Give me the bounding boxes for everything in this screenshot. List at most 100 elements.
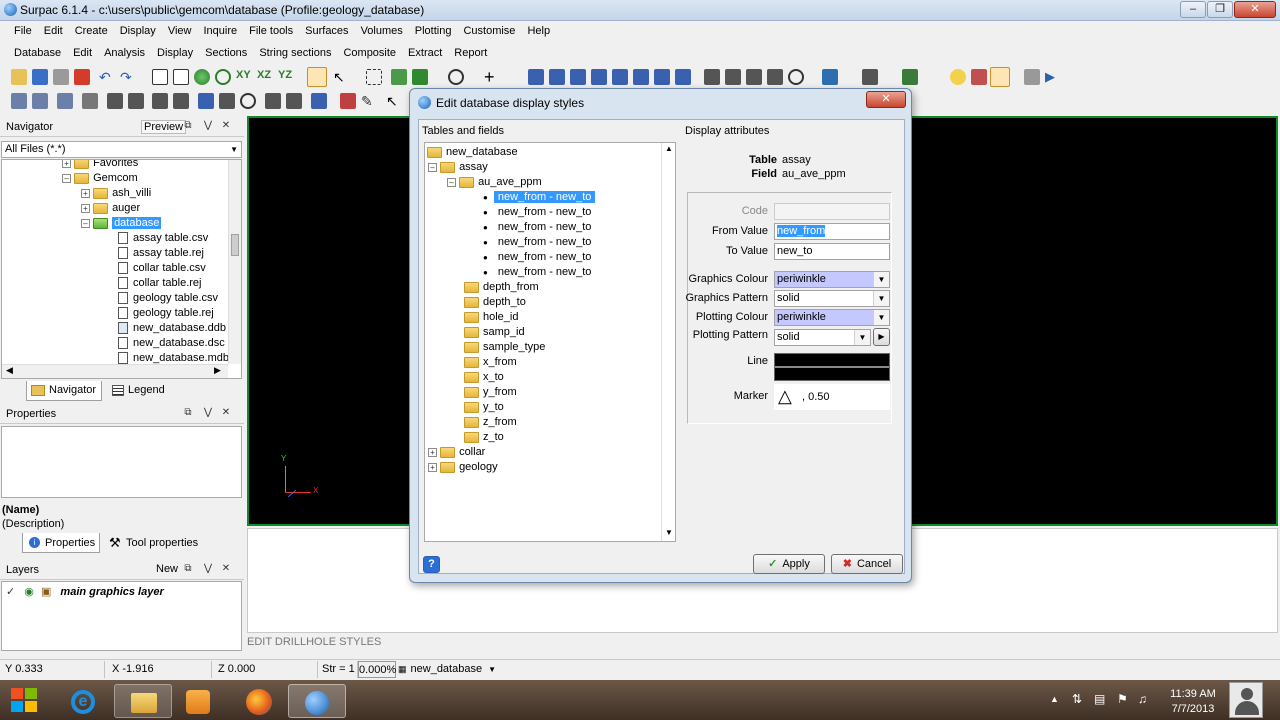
arrow-right-icon[interactable]: ▶ [1045,69,1061,85]
cancel-button[interactable]: ✖ Cancel [831,554,903,574]
minimize-button[interactable]: – [1180,1,1206,18]
drillhole-icon-2[interactable] [725,69,741,85]
string-icon-8[interactable] [675,69,691,85]
vertical-scrollbar[interactable] [228,160,241,364]
light-icon[interactable] [950,69,966,85]
hole-icon-10[interactable] [340,93,356,109]
maximize-button[interactable]: ❐ [1207,1,1233,18]
expand-icon[interactable]: + [428,462,437,472]
dialog-close-button[interactable]: ✕ [866,91,906,108]
file-item[interactable]: assay table.csv [118,231,208,246]
tool-icon-a[interactable] [971,69,987,85]
tree-field[interactable]: y_to [464,400,504,415]
scroll-down-icon[interactable]: ▼ [665,528,673,537]
tree-scrollbar[interactable]: ▲ ▼ [661,143,675,541]
panel-pin-icon[interactable]: ⋁ [202,120,214,132]
collapse-icon[interactable]: – [62,173,71,183]
crosshair-icon[interactable]: + [484,68,500,86]
select-box-icon[interactable] [366,69,382,85]
pointer-icon[interactable]: ↖ [386,93,402,109]
file-item[interactable]: collar table.csv [118,261,206,276]
tree-field[interactable]: depth_to [464,295,526,310]
expand-icon[interactable]: + [428,447,437,457]
expand-icon[interactable]: + [62,160,71,168]
eye-icon[interactable]: ◉ [24,586,34,598]
section-icon[interactable] [822,69,838,85]
menu-create[interactable]: Create [69,22,114,40]
collapse-icon[interactable]: – [428,162,437,172]
to-value-input[interactable]: new_to [774,243,890,260]
layer-row[interactable]: ✓ ◉ ▣ main graphics layer [6,585,164,598]
panel-float-icon[interactable]: ⧉ [182,563,194,575]
tree-table-geology[interactable]: + geology [428,460,498,475]
menu-sections[interactable]: Sections [199,44,253,62]
tree-item-auger[interactable]: + auger [81,201,140,216]
hole-zoom-icon[interactable] [240,93,256,109]
view-xz-icon[interactable]: XZ [257,69,273,85]
tree-item-ash-villi[interactable]: + ash_villi [81,186,151,201]
file-item[interactable]: new_database.ddb [118,321,226,336]
surpac-taskbar-icon[interactable] [288,684,346,718]
code-input[interactable] [774,203,890,220]
tab-properties[interactable]: i Properties [22,533,100,553]
hole-icon-8[interactable] [286,93,302,109]
tab-tool-properties[interactable]: ⚒ Tool properties [104,533,214,553]
new-layer-button[interactable]: New [156,563,178,575]
menu-string-sections[interactable]: String sections [253,44,337,62]
save-icon[interactable] [32,69,48,85]
tree-field[interactable]: x_to [464,370,504,385]
panel-pin-icon[interactable]: ⋁ [202,563,214,575]
string-icon-2[interactable] [549,69,565,85]
scroll-up-icon[interactable]: ▲ [665,144,673,153]
plotting-pattern-select[interactable]: solid ▼ [774,329,871,346]
menu-analysis[interactable]: Analysis [98,44,151,62]
panel-close-icon[interactable]: ✕ [220,120,232,132]
menu-composite[interactable]: Composite [337,44,402,62]
shade-icon[interactable] [902,69,918,85]
zoom-all-icon[interactable] [173,69,189,85]
file-item[interactable]: geology table.rej [118,306,214,321]
tree-field[interactable]: y_from [464,385,517,400]
clock-time[interactable]: 11:39 AM [1166,688,1220,700]
hole-icon-3[interactable] [152,93,168,109]
range-item[interactable]: ● new_from - new_to [483,190,596,205]
clock-date[interactable]: 7/7/2013 [1166,703,1220,715]
media-player-icon[interactable] [170,684,228,718]
file-item[interactable]: new_database.dsc [118,336,225,351]
range-item[interactable]: ● new_from - new_to [483,220,595,235]
file-explorer-icon[interactable] [114,684,172,718]
firefox-icon[interactable] [230,684,288,718]
open-icon[interactable] [11,69,27,85]
menu-plotting[interactable]: Plotting [409,22,458,40]
view-yz-icon[interactable]: YZ [278,69,294,85]
rotate-icon[interactable] [307,67,327,87]
zoom-box-icon[interactable] [152,69,168,85]
line-style-swatch[interactable] [774,353,890,381]
preview-button[interactable]: Preview [141,120,187,134]
panel-float-icon[interactable]: ⧉ [182,407,194,419]
string-icon-3[interactable] [570,69,586,85]
start-button[interactable] [8,684,42,716]
undo-icon[interactable]: ↶ [99,69,115,85]
file-item[interactable]: geology table.csv [118,291,218,306]
menu-view[interactable]: View [162,22,198,40]
graphics-pattern-select[interactable]: solid ▼ [774,290,890,307]
from-value-input[interactable]: new_from [774,223,890,240]
zoom-out-icon[interactable] [215,69,231,85]
menu-db-edit[interactable]: Edit [67,44,98,62]
tray-flag-icon[interactable]: ⚑ [1117,692,1128,706]
internet-explorer-icon[interactable]: e [54,684,112,718]
string-icon-6[interactable] [633,69,649,85]
range-item[interactable]: ● new_from - new_to [483,205,595,220]
menu-db-display[interactable]: Display [151,44,199,62]
hole-icon-1[interactable] [107,93,123,109]
pencil-icon[interactable]: ✎ [361,93,377,109]
hole-icon-6[interactable] [219,93,235,109]
marker-preview[interactable]: △ , 0.50 [774,384,890,410]
range-item[interactable]: ● new_from - new_to [483,265,595,280]
collapse-icon[interactable]: – [81,218,90,228]
expand-icon[interactable]: + [81,188,90,198]
tree-field[interactable]: x_from [464,355,517,370]
menu-surfaces[interactable]: Surfaces [299,22,354,40]
drillhole-icon-3[interactable] [746,69,762,85]
